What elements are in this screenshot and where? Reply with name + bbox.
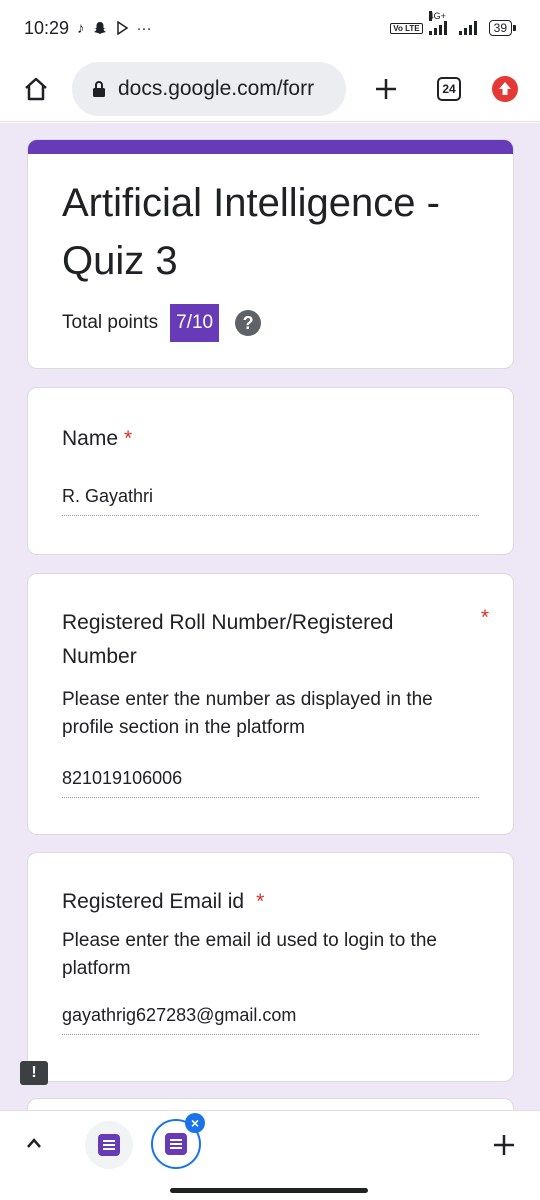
question-title-text: Registered Email id bbox=[62, 890, 245, 913]
gesture-bar bbox=[170, 1188, 368, 1193]
tab-count: 24 bbox=[437, 76, 461, 101]
battery-icon: 39 bbox=[488, 20, 516, 36]
close-tab-icon[interactable]: × bbox=[185, 1113, 205, 1133]
address-bar[interactable]: docs.google.com/forr bbox=[72, 61, 346, 116]
tiktok-icon: ♪ bbox=[77, 19, 85, 37]
question-title-text: Name bbox=[62, 427, 119, 450]
answer-text: 821019106006 bbox=[62, 768, 479, 798]
home-icon bbox=[25, 77, 47, 100]
update-arrow-icon bbox=[492, 75, 518, 102]
tab-thumbnail-forms-active[interactable]: × bbox=[151, 1113, 205, 1169]
plus-icon bbox=[494, 1135, 514, 1155]
notification-icons: ♪ ··· bbox=[77, 20, 152, 37]
form-header-card: Artificial Intelligence - Quiz 3 Total p… bbox=[27, 139, 514, 369]
add-tab-button[interactable] bbox=[484, 1125, 524, 1165]
question-card-name: Name * R. Gayathri bbox=[27, 387, 514, 555]
question-title: Registered Email id * bbox=[62, 885, 479, 919]
snapchat-icon bbox=[93, 22, 106, 34]
chevron-up-icon bbox=[27, 1138, 41, 1148]
total-points-label: Total points bbox=[62, 312, 159, 333]
volte-icon: Vo LTE bbox=[390, 22, 423, 34]
update-button[interactable] bbox=[472, 56, 538, 122]
question-description: Please enter the email id used to login … bbox=[62, 930, 437, 979]
status-right: Vo LTE 4G+ 39 bbox=[390, 11, 516, 36]
question-description: Please enter the number as displayed in … bbox=[62, 689, 433, 738]
tab-switcher-button[interactable]: 24 bbox=[426, 56, 472, 122]
required-asterisk: * bbox=[256, 890, 265, 913]
help-icon[interactable]: ? bbox=[235, 310, 262, 336]
plus-icon bbox=[376, 78, 396, 99]
play-store-icon bbox=[116, 21, 128, 35]
next-question-card bbox=[27, 1098, 514, 1110]
header-accent-bar bbox=[28, 140, 513, 154]
home-button[interactable] bbox=[0, 56, 72, 122]
lock-icon bbox=[92, 80, 106, 98]
question-title-row: Registered Roll Number/Registered Number… bbox=[62, 606, 489, 674]
battery-level: 39 bbox=[488, 20, 512, 36]
form-area: Artificial Intelligence - Quiz 3 Total p… bbox=[0, 123, 540, 1110]
new-tab-button[interactable] bbox=[346, 56, 426, 122]
tab-thumbnail-forms[interactable] bbox=[85, 1121, 133, 1169]
answer-text: gayathrig627283@gmail.com bbox=[62, 1005, 479, 1035]
browser-toolbar: docs.google.com/forr 24 bbox=[0, 56, 540, 122]
form-title: Artificial Intelligence - Quiz 3 bbox=[62, 181, 440, 283]
status-bar: 10:29 ♪ ··· Vo LTE 4G+ 39 bbox=[0, 0, 540, 56]
signal-icon-1: 4G+ bbox=[428, 11, 447, 35]
required-asterisk: * bbox=[480, 606, 489, 629]
bottom-tab-bar: × bbox=[0, 1110, 540, 1200]
url-text: docs.google.com/forr bbox=[118, 76, 315, 100]
score-badge: 7/10 bbox=[170, 304, 220, 342]
question-title-text: Registered Roll Number/Registered Number bbox=[62, 611, 394, 668]
google-forms-icon bbox=[165, 1133, 187, 1155]
required-asterisk: * bbox=[124, 427, 133, 450]
status-time: 10:29 bbox=[24, 17, 70, 38]
network-type-label: 4G+ bbox=[428, 11, 446, 21]
total-points-row: Total points 7/10 ? bbox=[62, 304, 513, 342]
signal-icon-2 bbox=[458, 21, 477, 35]
feedback-icon[interactable]: ! bbox=[20, 1061, 48, 1085]
answer-text: R. Gayathri bbox=[62, 486, 479, 516]
question-card-roll-number: Registered Roll Number/Registered Number… bbox=[27, 573, 514, 835]
more-notifications-icon: ··· bbox=[136, 19, 152, 37]
question-card-email: Registered Email id * Please enter the em… bbox=[27, 852, 514, 1082]
question-title: Name * bbox=[62, 422, 479, 456]
google-forms-icon bbox=[98, 1134, 120, 1156]
collapse-button[interactable] bbox=[16, 1125, 52, 1161]
